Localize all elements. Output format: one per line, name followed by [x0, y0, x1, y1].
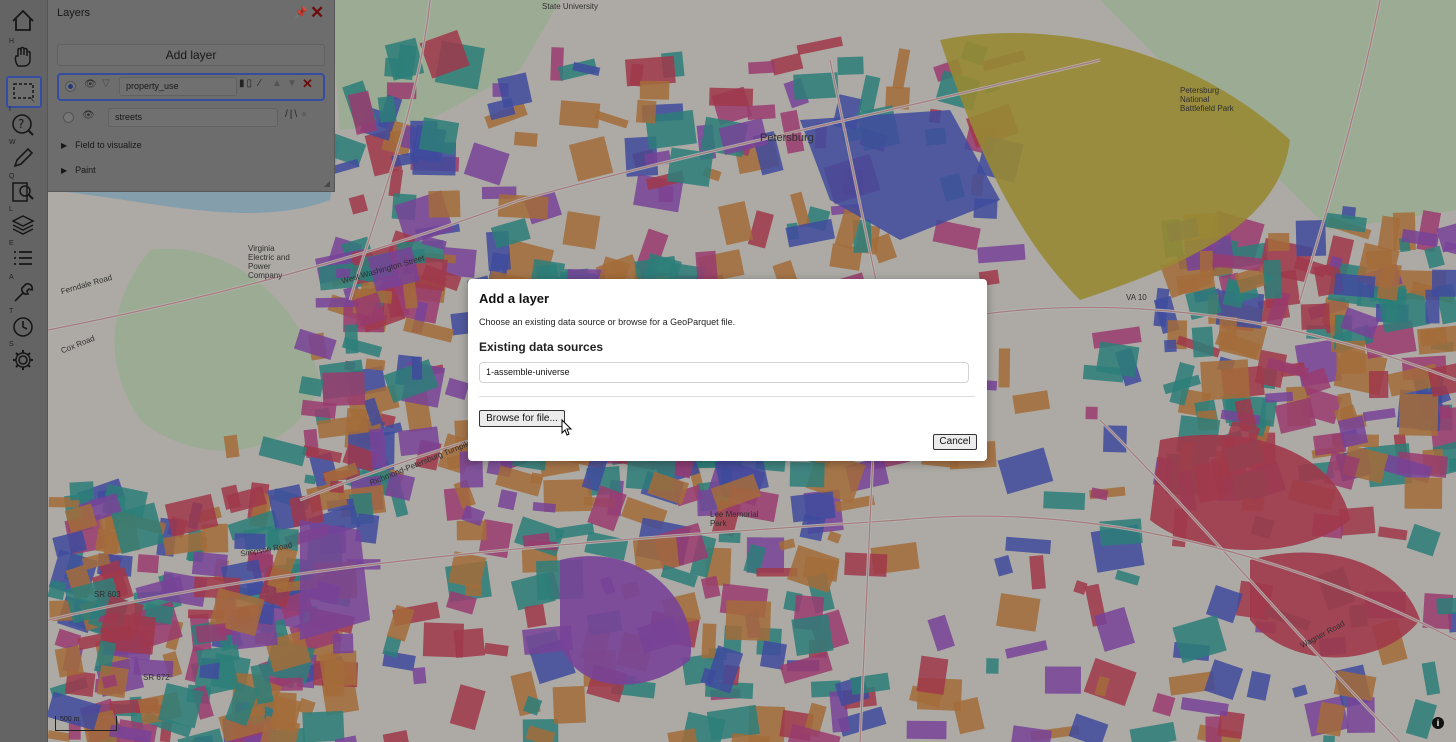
- cancel-button[interactable]: Cancel: [933, 434, 977, 450]
- map-label: SR 603: [94, 590, 121, 599]
- tools-wrench-icon[interactable]: A: [6, 274, 40, 308]
- svg-text:?: ?: [18, 117, 24, 131]
- layers-icon[interactable]: L: [6, 206, 40, 240]
- add-layer-button[interactable]: Add layer: [57, 44, 325, 66]
- map-label: SR 672: [143, 673, 170, 682]
- map-label: Petersburg National Battlefield Park: [1180, 86, 1234, 113]
- settings-gear-icon[interactable]: S: [6, 341, 40, 375]
- legend-list-icon[interactable]: E: [6, 240, 40, 274]
- layers-panel-title: Layers: [57, 7, 91, 19]
- layer-name-field[interactable]: property_use: [119, 77, 237, 96]
- layer-select-radio[interactable]: [63, 112, 74, 123]
- section-paint[interactable]: ▶ Paint: [61, 165, 96, 175]
- map-label: Virginia Electric and Power Company: [248, 244, 290, 280]
- expand-triangle-icon: ▶: [61, 166, 68, 175]
- map-label: State University: [542, 2, 599, 11]
- search-layer-icon[interactable]: Q: [6, 173, 40, 207]
- add-layer-dialog: Add a layer Choose an existing data sour…: [468, 279, 987, 461]
- expand-triangle-icon: ▶: [61, 141, 68, 150]
- map-label: VA 10: [1126, 293, 1147, 302]
- chart-icons[interactable]: ▮▯ ⁄: [239, 78, 262, 89]
- move-down-icon[interactable]: ▼: [287, 78, 299, 89]
- mouse-cursor-icon: [561, 419, 573, 436]
- layer-name-field[interactable]: streets: [108, 108, 278, 127]
- resize-grip-icon[interactable]: ◢: [324, 179, 330, 188]
- home-icon[interactable]: [6, 6, 40, 36]
- color-swatch-icon[interactable]: ●: [301, 109, 309, 120]
- layers-panel: Layers 📌 ✕ Add layer 👁 ▽ property_use ▮▯…: [48, 0, 335, 192]
- visibility-eye-icon[interactable]: 👁: [82, 110, 95, 121]
- visibility-eye-icon[interactable]: 👁: [84, 79, 97, 90]
- query-icon[interactable]: I ?: [6, 106, 40, 140]
- dialog-title: Add a layer: [479, 291, 550, 306]
- select-rectangle-icon[interactable]: [6, 76, 42, 108]
- left-toolbar: H I ? W Q L E A T S: [0, 0, 48, 742]
- draw-pencil-icon[interactable]: W: [6, 139, 40, 173]
- section-field-to-visualize[interactable]: ▶ Field to visualize: [61, 140, 142, 150]
- info-icon[interactable]: i: [1432, 717, 1444, 729]
- layer-select-radio[interactable]: [65, 81, 76, 92]
- browse-file-button[interactable]: Browse for file...: [479, 410, 565, 427]
- data-source-item[interactable]: 1-assemble-universe: [479, 362, 969, 383]
- close-icon[interactable]: ✕: [310, 3, 324, 23]
- dialog-description: Choose an existing data source or browse…: [479, 317, 736, 327]
- history-clock-icon[interactable]: T: [6, 308, 40, 342]
- map-label: Lee Memorial Park: [710, 510, 759, 528]
- scale-bar: 500 m: [55, 716, 117, 731]
- pan-hand-icon[interactable]: H: [6, 38, 40, 72]
- layer-row-property-use[interactable]: 👁 ▽ property_use ▮▯ ⁄ ▲ ▼ ✕: [57, 73, 325, 101]
- pin-icon[interactable]: 📌: [294, 6, 308, 19]
- remove-layer-icon[interactable]: ✕: [302, 76, 313, 92]
- move-up-icon[interactable]: ▲: [272, 78, 284, 89]
- sources-heading: Existing data sources: [479, 340, 604, 354]
- filter-icon[interactable]: ▽: [102, 78, 110, 89]
- layer-row-streets[interactable]: 👁 streets /|\ ●: [57, 106, 321, 130]
- line-style-icon[interactable]: /|\: [285, 109, 299, 120]
- map-label: Petersburg: [760, 132, 814, 144]
- divider: [479, 396, 975, 397]
